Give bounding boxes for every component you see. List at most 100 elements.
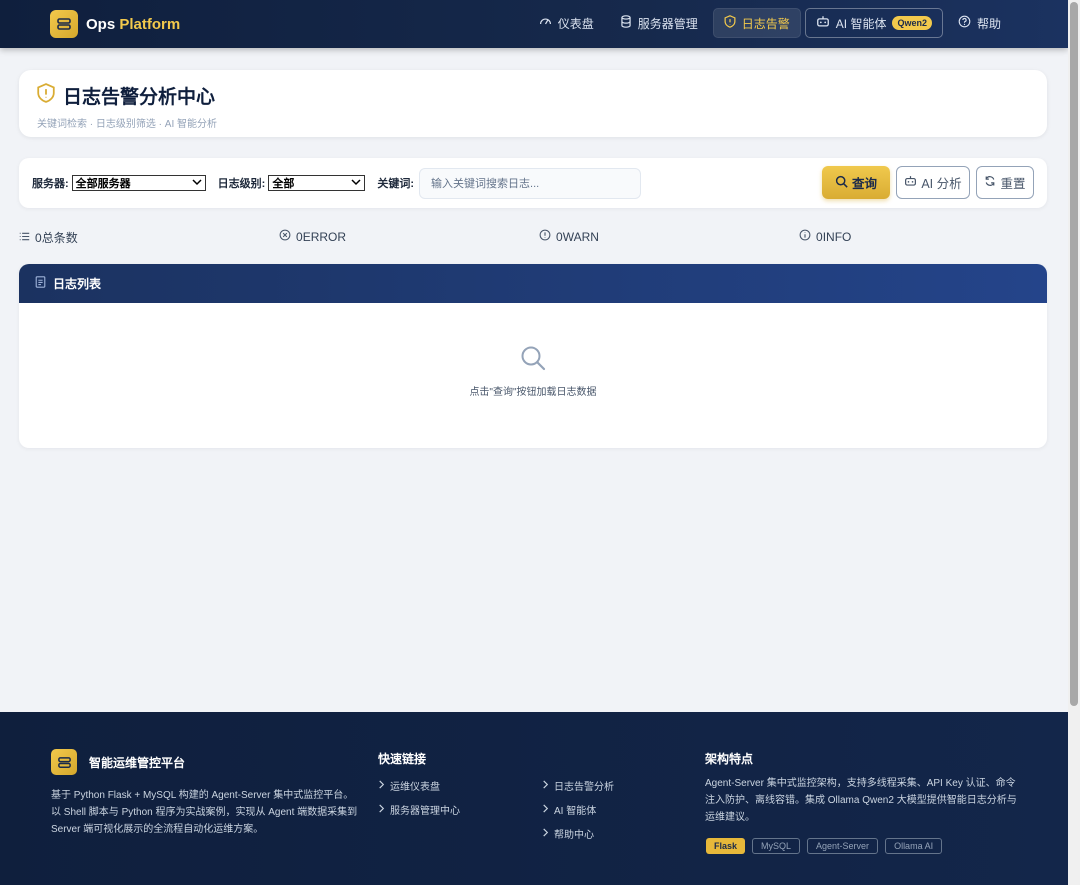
- server-select-value: 全部服务器: [75, 178, 131, 190]
- keyword-filter-label: 关键词:: [377, 178, 415, 190]
- stat-warn-count: 0: [556, 229, 563, 244]
- brand[interactable]: Ops Platform: [50, 10, 180, 38]
- query-button[interactable]: 查询: [822, 166, 890, 199]
- shield-icon: [724, 15, 736, 31]
- chevron-right-icon: [378, 803, 385, 816]
- tech-tag: Agent-Server: [807, 838, 879, 854]
- log-stats: 0总条数 0ERROR 0WARN 0INFO: [19, 229, 1059, 246]
- footer-link-dashboard[interactable]: 运维仪表盘: [378, 778, 440, 793]
- page-title-text: 日志告警分析中心: [63, 87, 216, 108]
- footer-description: 基于 Python Flask + MySQL 构建的 Agent-Server…: [51, 790, 358, 835]
- footer-about: 智能运维管控平台 基于 Python Flask + MySQL 构建的 Age…: [51, 749, 361, 838]
- page-subtitle: 关键词检索 · 日志级别筛选 · AI 智能分析: [37, 119, 217, 130]
- tech-tags: Flask MySQL Agent-Server Ollama AI: [706, 838, 943, 854]
- nav-links: 仪表盘 服务器管理 日志告警 AI 智能体 Qwen2 帮助: [528, 8, 1012, 38]
- page-scrollbar[interactable]: [1068, 0, 1080, 885]
- stat-info-label: INFO: [822, 229, 852, 244]
- footer-link-label: 日志告警分析: [554, 782, 614, 793]
- log-list-header: 日志列表: [19, 264, 1047, 303]
- stat-total-count: 0: [35, 231, 42, 245]
- nav-help-label: 帮助: [976, 16, 1001, 31]
- nav-log-alerts-label: 日志告警: [741, 16, 790, 31]
- footer-link-label: 帮助中心: [554, 830, 594, 841]
- nav-servers[interactable]: 服务器管理: [609, 8, 709, 38]
- nav-ai-agent[interactable]: AI 智能体 Qwen2: [804, 8, 943, 38]
- footer-link-ai[interactable]: AI 智能体: [542, 802, 596, 817]
- tech-tag: MySQL: [752, 838, 801, 854]
- log-list-title: 日志列表: [53, 277, 102, 291]
- alert-circle-icon: [539, 229, 551, 244]
- nav-dashboard[interactable]: 仪表盘: [528, 8, 605, 38]
- footer-brand: 智能运维管控平台: [51, 749, 361, 775]
- chevron-right-icon: [542, 803, 549, 816]
- page-header: 日志告警分析中心 关键词检索 · 日志级别筛选 · AI 智能分析: [19, 70, 1047, 137]
- arch-description: Agent-Server 集中式监控架构，支持多线程采集、API Key 认证、…: [705, 778, 1017, 823]
- search-icon: [835, 175, 848, 191]
- query-button-label: 查询: [851, 177, 877, 191]
- tech-tag: Ollama AI: [885, 838, 943, 854]
- reset-button[interactable]: 重置: [976, 166, 1034, 199]
- footer-brand-name: 智能运维管控平台: [89, 755, 186, 770]
- reset-button-label: 重置: [1000, 177, 1026, 191]
- footer: 智能运维管控平台 基于 Python Flask + MySQL 构建的 Age…: [0, 712, 1068, 885]
- level-select-value: 全部: [272, 178, 295, 190]
- server-select[interactable]: 全部服务器: [71, 175, 206, 191]
- file-list-icon: [35, 276, 46, 291]
- x-circle-icon: [279, 229, 291, 244]
- server-filter-label: 服务器:: [32, 178, 69, 190]
- footer-link-label: AI 智能体: [554, 806, 597, 817]
- info-circle-icon: [799, 229, 811, 244]
- empty-state: 点击"查询"按钮加载日志数据: [19, 344, 1047, 398]
- footer-link-servers[interactable]: 服务器管理中心: [378, 802, 460, 817]
- footer-link-label: 服务器管理中心: [390, 806, 460, 817]
- nav-ai-agent-label: AI 智能体: [835, 16, 887, 31]
- refresh-icon: [984, 175, 996, 190]
- keyword-input[interactable]: 输入关键词搜索日志...: [419, 167, 642, 199]
- stat-warn-label: WARN: [562, 229, 599, 244]
- nav-help[interactable]: 帮助: [947, 8, 1012, 38]
- help-circle-icon: [958, 15, 971, 31]
- ai-analyze-button-label: AI 分析: [921, 177, 962, 191]
- brand-name: Ops Platform: [86, 16, 180, 33]
- stat-error-label: ERROR: [302, 229, 347, 244]
- robot-icon: [904, 175, 917, 190]
- shield-alert-icon: [37, 82, 55, 109]
- top-navbar: Ops Platform 仪表盘 服务器管理 日志告警 AI 智能体 Qwen2…: [0, 0, 1068, 48]
- stat-info: 0INFO: [799, 229, 851, 244]
- stat-error-count: 0: [296, 229, 303, 244]
- ai-analyze-button[interactable]: AI 分析: [896, 166, 970, 199]
- qwen-badge: Qwen2: [892, 16, 932, 30]
- keyword-placeholder: 输入关键词搜索日志...: [431, 178, 540, 190]
- footer-link-label: 运维仪表盘: [390, 782, 440, 793]
- chevron-down-icon: [192, 177, 202, 189]
- nav-servers-label: 服务器管理: [637, 16, 698, 31]
- level-filter-label: 日志级别:: [217, 178, 266, 190]
- chevron-right-icon: [378, 779, 385, 792]
- list-icon: [19, 231, 30, 245]
- stat-error: 0ERROR: [279, 229, 346, 244]
- page-title: 日志告警分析中心: [37, 82, 1029, 109]
- arch-title: 架构特点: [705, 752, 754, 766]
- scrollbar-thumb[interactable]: [1070, 2, 1078, 706]
- database-icon: [620, 15, 632, 31]
- empty-state-text: 点击"查询"按钮加载日志数据: [469, 387, 597, 398]
- nav-log-alerts[interactable]: 日志告警: [712, 8, 801, 38]
- filter-bar: 服务器: 全部服务器 日志级别: 全部 关键词: 输入关键词搜索日志... 查询…: [19, 158, 1047, 208]
- robot-icon: [816, 15, 830, 31]
- stat-total: 0总条数: [19, 229, 78, 246]
- gauge-icon: [539, 15, 552, 31]
- brand-main: Ops: [86, 15, 120, 33]
- tech-tag: Flask: [706, 838, 746, 854]
- chevron-right-icon: [542, 827, 549, 840]
- nav-dashboard-label: 仪表盘: [557, 16, 594, 31]
- search-icon: [519, 346, 547, 376]
- footer-link-logs[interactable]: 日志告警分析: [542, 778, 614, 793]
- log-list-panel: 日志列表 点击"查询"按钮加载日志数据: [19, 264, 1047, 448]
- footer-link-help[interactable]: 帮助中心: [542, 826, 594, 841]
- quick-links-title: 快速链接: [378, 752, 427, 766]
- brand-accent: Platform: [119, 15, 181, 33]
- stat-total-label: 总条数: [41, 231, 78, 245]
- chevron-right-icon: [542, 779, 549, 792]
- server-stack-icon: [50, 10, 78, 38]
- level-select[interactable]: 全部: [268, 175, 366, 191]
